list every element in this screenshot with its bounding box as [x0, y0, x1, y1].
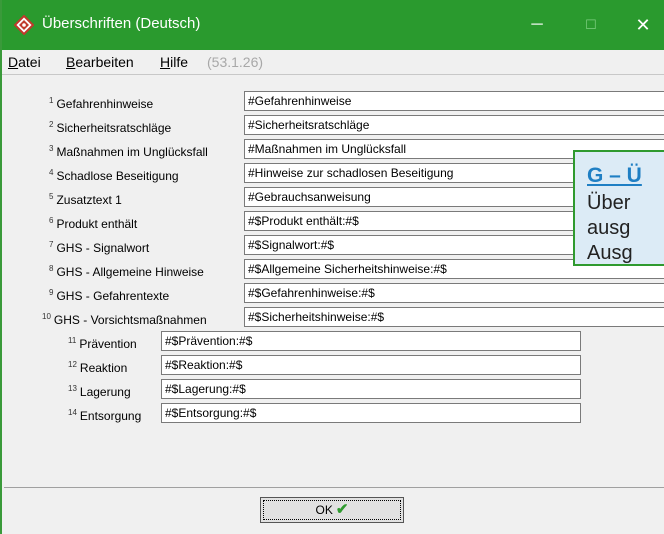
field-label: 12 Reaktion [68, 360, 128, 375]
form-area: 1 Gefahrenhinweise #Gefahrenhinweise 2 Sic… [2, 74, 664, 488]
callout-line: ausg [587, 217, 631, 239]
field-input-vorsichtsmassnahmen[interactable]: #$Sicherheitshinweise:#$ [244, 307, 664, 327]
maximize-button[interactable]: ☐ [568, 0, 614, 50]
version-label: (53.1.26) [207, 54, 264, 70]
app-diamond-icon [14, 15, 34, 35]
field-label: 9 GHS - Gefahrentexte [49, 288, 170, 303]
field-label: 2 Sicherheitsratschläge [49, 120, 172, 135]
field-input-sicherheitsratschlaege[interactable]: #Sicherheitsratschläge [244, 115, 664, 135]
close-button[interactable]: ✕ [620, 0, 664, 50]
menu-hilfe[interactable]: Hilfe [160, 50, 188, 74]
field-label: 7 GHS - Signalwort [49, 240, 150, 255]
menu-bar: Datei Bearbeiten Hilfe (53.1.26) [2, 50, 664, 74]
menu-datei[interactable]: Datei [8, 50, 41, 74]
field-label: 1 Gefahrenhinweise [49, 96, 154, 111]
checkmark-icon: ✔ [335, 501, 349, 518]
field-input-lagerung[interactable]: #$Lagerung:#$ [161, 379, 581, 399]
callout-heading: G – Ü [587, 164, 642, 187]
callout-line: Über [587, 192, 631, 214]
field-label: 3 Maßnahmen im Unglücksfall [49, 144, 208, 159]
field-label: 10 GHS - Vorsichtsmaßnahmen [42, 312, 207, 327]
field-label: 6 Produkt enthält [49, 216, 138, 231]
field-input-praevention[interactable]: #$Prävention:#$ [161, 331, 581, 351]
dialog-window: Überschriften (Deutsch) ─ ☐ ✕ Datei Bear… [0, 0, 664, 534]
info-callout: G – Ü Über ausg Ausg [573, 150, 664, 266]
field-input-reaktion[interactable]: #$Reaktion:#$ [161, 355, 581, 375]
menu-bearbeiten[interactable]: Bearbeiten [66, 50, 134, 74]
field-input-gefahrentexte[interactable]: #$Gefahrenhinweise:#$ [244, 283, 664, 303]
dialog-footer: OK ✔ [2, 488, 664, 534]
title-bar[interactable]: Überschriften (Deutsch) ─ ☐ ✕ [2, 0, 664, 50]
callout-line: Ausg [587, 242, 633, 264]
field-label: 13 Lagerung [68, 384, 131, 399]
field-input-entsorgung[interactable]: #$Entsorgung:#$ [161, 403, 581, 423]
field-label: 8 GHS - Allgemeine Hinweise [49, 264, 204, 279]
minimize-button[interactable]: ─ [514, 0, 560, 50]
field-label: 5 Zusatztext 1 [49, 192, 122, 207]
window-title: Überschriften (Deutsch) [42, 15, 201, 32]
field-input-gefahrenhinweise[interactable]: #Gefahrenhinweise [244, 91, 664, 111]
field-label: 11 Prävention [68, 336, 137, 351]
field-label: 4 Schadlose Beseitigung [49, 168, 179, 183]
ok-button[interactable]: OK ✔ [260, 497, 404, 523]
field-label: 14 Entsorgung [68, 408, 142, 423]
